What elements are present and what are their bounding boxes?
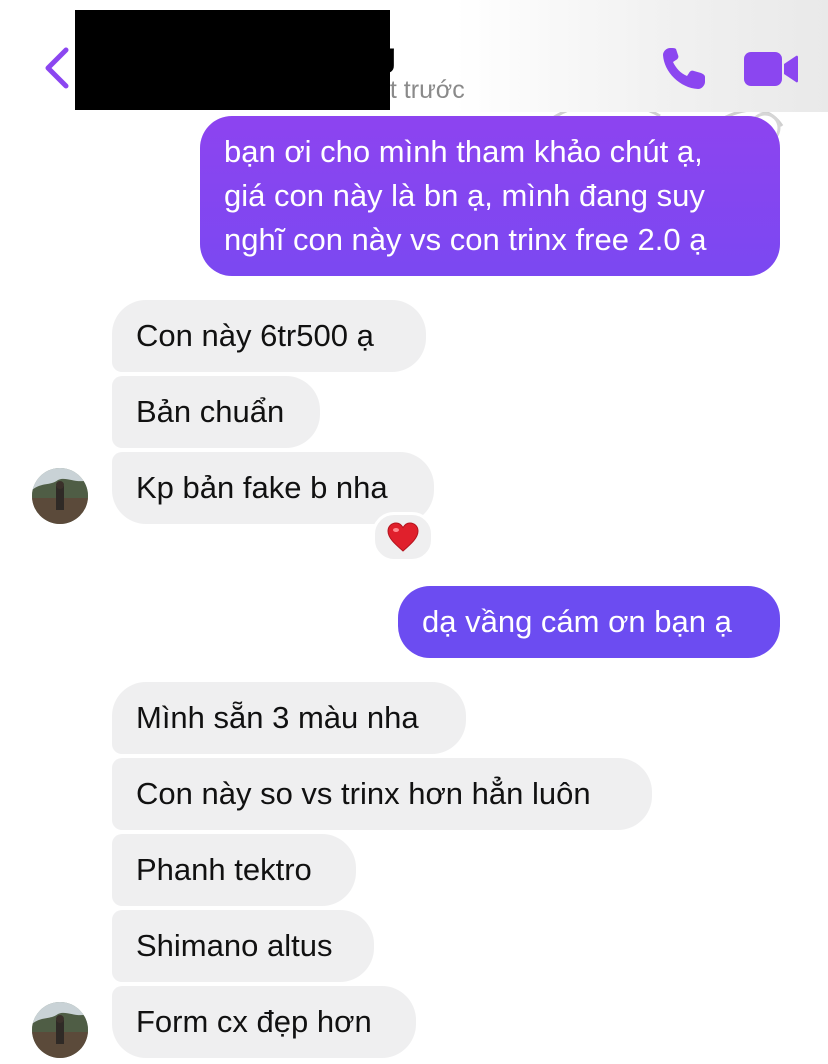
phone-icon — [663, 48, 705, 89]
received-message[interactable]: Phanh tektro — [112, 834, 356, 906]
message-line: bạn ơi cho mình tham khảo chút ạ, — [224, 134, 703, 169]
received-message[interactable]: Bản chuẩn — [112, 376, 320, 448]
message-text: Con này so vs trinx hơn hẳn luôn — [136, 776, 591, 811]
contact-avatar[interactable] — [32, 1002, 88, 1058]
received-message[interactable]: Con này 6tr500 ạ — [112, 300, 426, 372]
message-text: Bản chuẩn — [136, 394, 285, 429]
sent-message[interactable]: bạn ơi cho mình tham khảo chút ạ, giá co… — [200, 116, 780, 276]
message-text: Form cx đẹp hơn — [136, 1004, 372, 1039]
message-text: Kp bản fake b nha — [136, 470, 388, 505]
redaction-box — [75, 10, 390, 110]
voice-call-button[interactable] — [658, 44, 710, 94]
received-message[interactable]: Shimano altus — [112, 910, 374, 982]
message-text: Mình sẵn 3 màu nha — [136, 700, 419, 735]
contact-avatar[interactable] — [32, 468, 88, 524]
video-camera-icon — [744, 52, 798, 86]
avatar-photo — [32, 468, 88, 524]
message-text: Con này 6tr500 ạ — [136, 318, 374, 353]
heart-icon — [387, 522, 419, 552]
message-line: nghĩ con này vs con trinx free 2.0 ạ — [224, 222, 707, 257]
heart-reaction[interactable]: ❤️ — [372, 512, 434, 562]
video-call-button[interactable] — [742, 48, 800, 90]
avatar-photo — [32, 1002, 88, 1058]
message-line: giá con này là bn ạ, mình đang suy — [224, 178, 705, 213]
chat-header: g út trước — [0, 0, 828, 112]
message-text: dạ vầng cám ơn bạn ạ — [422, 604, 732, 639]
received-message[interactable]: Mình sẵn 3 màu nha — [112, 682, 466, 754]
chevron-left-icon — [45, 47, 69, 89]
back-button[interactable] — [40, 44, 76, 92]
received-message[interactable]: Con này so vs trinx hơn hẳn luôn — [112, 758, 652, 830]
message-text: Phanh tektro — [136, 852, 312, 887]
received-message[interactable]: Form cx đẹp hơn — [112, 986, 416, 1058]
messenger-chat-screen: g út trước bạn ơi cho mình tham khảo chú… — [0, 0, 828, 1064]
sent-message[interactable]: dạ vầng cám ơn bạn ạ — [398, 586, 780, 658]
message-text: Shimano altus — [136, 928, 333, 963]
